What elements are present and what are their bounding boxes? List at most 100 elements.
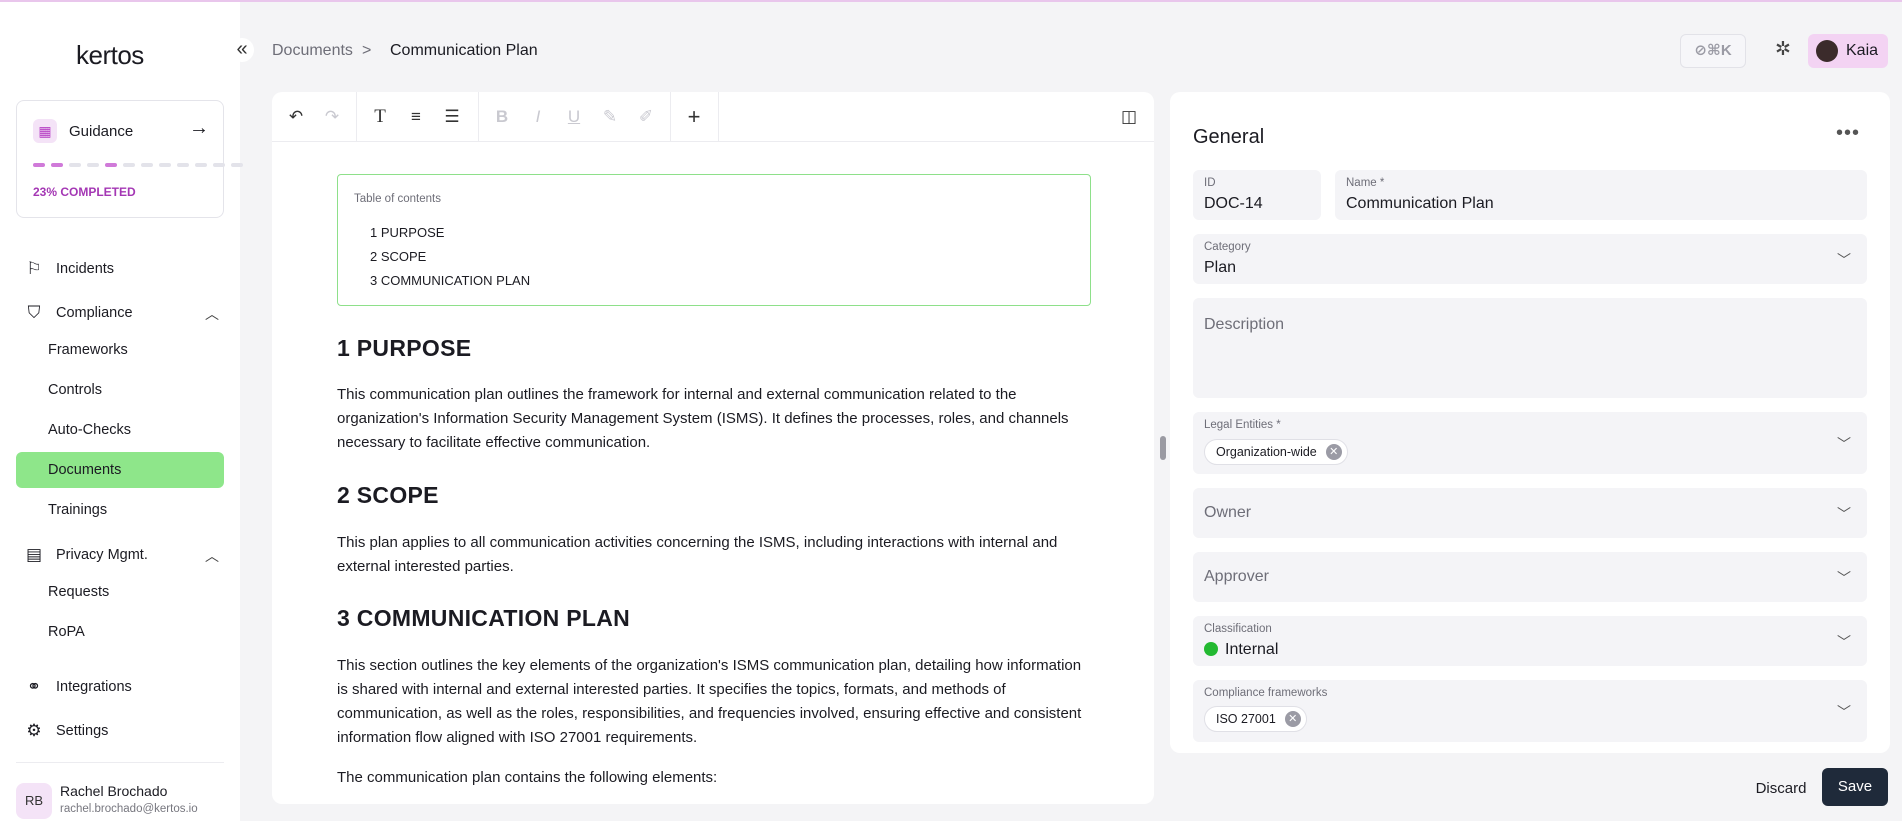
approver-placeholder: Approver: [1204, 568, 1269, 585]
chevron-up-icon[interactable]: ︿: [205, 546, 219, 566]
chevron-right-icon: >: [362, 42, 372, 59]
flag-icon: ⚐: [26, 259, 42, 278]
toc-title: Table of contents: [354, 193, 441, 205]
gear-icon: ⚙: [26, 721, 42, 740]
sidebar-item-incidents[interactable]: ⚐ Incidents: [24, 259, 114, 279]
chevron-down-icon: ﹀: [1837, 570, 1851, 586]
name-field[interactable]: Name * Communication Plan: [1335, 170, 1867, 220]
chevron-down-icon: ﹀: [1837, 436, 1851, 452]
classification-value: Internal: [1225, 641, 1279, 658]
frameworks-label: Compliance frameworks: [1204, 687, 1328, 699]
heading-scope[interactable]: 2 SCOPE: [337, 482, 439, 509]
sidebar-item-label: Settings: [56, 723, 109, 739]
heading-purpose[interactable]: 1 PURPOSE: [337, 335, 471, 362]
compliance-frameworks-select[interactable]: Compliance frameworks ISO 27001 ✕ ﹀: [1193, 680, 1867, 742]
sidebar-item-trainings[interactable]: Trainings: [48, 502, 107, 518]
id-field[interactable]: ID DOC-14: [1193, 170, 1321, 220]
command-palette-button[interactable]: ⊘⌘K: [1680, 34, 1746, 68]
resize-handle[interactable]: [1160, 436, 1166, 460]
italic-icon[interactable]: I: [527, 106, 549, 128]
profile-button[interactable]: Kaia: [1808, 34, 1888, 68]
sidebar-item-label: Privacy Mgmt.: [56, 547, 148, 563]
category-label: Category: [1204, 241, 1251, 253]
clipboard-icon: ▤: [25, 545, 43, 564]
panel-title: General: [1193, 126, 1265, 148]
sidebar-item-settings[interactable]: ⚙ Settings: [24, 721, 108, 741]
sidebar-item-requests[interactable]: Requests: [48, 584, 109, 600]
classification-select[interactable]: Classification Internal ﹀: [1193, 616, 1867, 666]
sidebar-item-frameworks[interactable]: Frameworks: [48, 342, 128, 358]
shield-icon: ⛉: [27, 303, 41, 322]
align-icon[interactable]: ≡: [405, 106, 427, 128]
id-label: ID: [1204, 177, 1216, 189]
sidebar-item-ropa[interactable]: RoPA: [48, 624, 85, 640]
owner-select[interactable]: Owner ﹀: [1193, 488, 1867, 538]
legal-entities-label: Legal Entities *: [1204, 419, 1281, 431]
legal-entity-chip[interactable]: Organization-wide ✕: [1204, 439, 1348, 465]
name-label: Name *: [1346, 177, 1385, 189]
guidance-progress-text: 23% COMPLETED: [33, 185, 136, 199]
classification-label: Classification: [1204, 623, 1272, 635]
toggle-panel-icon[interactable]: ◫: [1118, 106, 1140, 128]
guidance-progress-dots: [33, 163, 243, 167]
integrations-icon: ⚭: [26, 677, 42, 696]
page-title: Communication Plan: [390, 42, 538, 59]
save-button[interactable]: Save: [1822, 768, 1888, 806]
collapse-sidebar-icon[interactable]: «: [230, 38, 254, 62]
bold-icon[interactable]: B: [491, 106, 513, 128]
redo-icon[interactable]: ↷: [321, 106, 343, 128]
user-name: Rachel Brochado: [60, 783, 168, 799]
sidebar-item-integrations[interactable]: ⚭ Integrations: [24, 677, 132, 697]
numbered-list-icon[interactable]: ☰: [441, 106, 463, 128]
framework-chip[interactable]: ISO 27001 ✕: [1204, 706, 1307, 732]
description-field[interactable]: Description: [1193, 298, 1867, 398]
heading-communication-plan[interactable]: 3 COMMUNICATION PLAN: [337, 605, 630, 632]
toc-item[interactable]: 1 PURPOSE: [370, 225, 444, 240]
bug-icon[interactable]: ✲: [1770, 38, 1796, 64]
sidebar-item-controls[interactable]: Controls: [48, 382, 102, 398]
plus-icon[interactable]: +: [683, 106, 705, 128]
undo-icon[interactable]: ↶: [285, 106, 307, 128]
sidebar-item-label: Compliance: [56, 305, 133, 321]
toc-item[interactable]: 3 COMMUNICATION PLAN: [370, 273, 530, 288]
arrow-right-icon[interactable]: →: [189, 117, 209, 140]
legal-entities-select[interactable]: Legal Entities * Organization-wide ✕ ﹀: [1193, 412, 1867, 474]
underline-icon[interactable]: U: [563, 106, 585, 128]
category-select[interactable]: Category Plan ﹀: [1193, 234, 1867, 284]
approver-select[interactable]: Approver ﹀: [1193, 552, 1867, 602]
breadcrumb-documents[interactable]: Documents: [272, 42, 353, 60]
description-placeholder: Description: [1204, 316, 1285, 333]
paragraph-elements[interactable]: The communication plan contains the foll…: [337, 766, 1092, 790]
chip-label: ISO 27001: [1216, 712, 1276, 726]
status-dot-icon: [1204, 642, 1218, 656]
highlight-icon[interactable]: ✎: [599, 106, 621, 128]
paragraph-communication-plan[interactable]: This section outlines the key elements o…: [337, 654, 1092, 750]
chevron-down-icon: ﹀: [1837, 506, 1851, 522]
top-accent-line: [0, 0, 1902, 2]
pen-icon[interactable]: ✐: [635, 106, 657, 128]
sidebar-item-auto-checks[interactable]: Auto-Checks: [48, 422, 131, 438]
avatar[interactable]: RB: [16, 783, 52, 819]
sidebar-item-privacy[interactable]: ▤ Privacy Mgmt.: [24, 545, 148, 565]
chevron-down-icon: ﹀: [1837, 704, 1851, 720]
table-of-contents: Table of contents 1 PURPOSE 2 SCOPE 3 CO…: [337, 174, 1091, 306]
owner-placeholder: Owner: [1204, 504, 1252, 521]
chevron-down-icon: ﹀: [1837, 252, 1851, 268]
more-icon[interactable]: •••: [1836, 122, 1860, 145]
category-value: Plan: [1204, 259, 1237, 276]
guidance-card[interactable]: ▦ Guidance → 23% COMPLETED: [16, 100, 243, 218]
chevron-up-icon[interactable]: ︿: [205, 304, 219, 324]
sidebar-item-documents[interactable]: Documents: [48, 462, 121, 478]
paragraph-scope[interactable]: This plan applies to all communication a…: [337, 531, 1092, 579]
remove-chip-icon[interactable]: ✕: [1325, 444, 1342, 460]
profile-name: Kaia: [1846, 42, 1879, 59]
discard-button[interactable]: Discard: [1748, 772, 1814, 806]
user-email: rachel.brochado@kertos.io: [60, 803, 198, 815]
remove-chip-icon[interactable]: ✕: [1284, 711, 1301, 727]
text-style-icon[interactable]: T: [369, 106, 391, 128]
toc-item[interactable]: 2 SCOPE: [370, 249, 426, 264]
paragraph-purpose[interactable]: This communication plan outlines the fra…: [337, 383, 1092, 455]
map-icon: ▦: [33, 119, 57, 143]
document-editor: ↶ ↷ T ≡ ☰ B I U ✎ ✐ + ◫ Table of content…: [272, 92, 1154, 804]
sidebar-item-compliance[interactable]: ⛉ Compliance: [24, 303, 133, 323]
